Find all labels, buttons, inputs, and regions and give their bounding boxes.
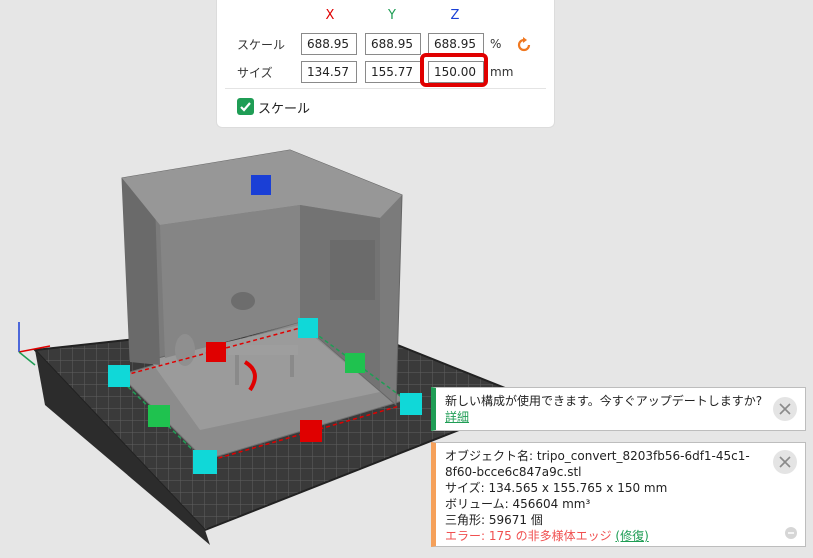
repair-link[interactable]: (修復) [615,529,648,543]
object-triangles: 三角形: 59671 個 [445,513,543,527]
object-volume: ボリューム: 456604 mm³ [445,497,591,511]
minimize-button[interactable] [785,527,797,539]
close-icon [779,456,791,468]
scale-handle-corner-2 [298,318,318,338]
update-message-block: 新しい構成が使用できます。今すぐアップデートしますか? 詳細 [445,393,770,425]
minimize-icon [788,532,794,534]
object-info-notification: オブジェクト名: tripo_convert_8203fb56-6df1-45c… [431,442,806,547]
uniform-scale-checkbox[interactable] [237,98,254,115]
scale-handle-y-right [345,353,365,373]
scale-handle-corner-1 [108,365,130,387]
close-icon [779,403,791,415]
size-y-input[interactable] [365,61,421,83]
update-close-button[interactable] [773,397,797,421]
scale-x-input[interactable] [301,33,357,55]
model-shelf [330,240,375,300]
panel-divider [225,88,546,89]
scale-handle-x-back [206,342,226,362]
update-notification: 新しい構成が使用できます。今すぐアップデートしますか? 詳細 [431,387,806,431]
scale-unit: % [490,37,502,51]
object-error: エラー: 175 の非多様体エッジ [445,529,612,543]
checkbox-checked-icon [240,102,251,112]
update-details-link[interactable]: 詳細 [445,410,469,424]
size-x-input[interactable] [301,61,357,83]
size-unit: mm [490,65,514,79]
object-size: サイズ: 134.565 x 155.765 x 150 mm [445,481,668,495]
object-name: オブジェクト名: tripo_convert_8203fb56-6df1-45c… [445,449,750,479]
scale-handle-corner-4 [193,450,217,474]
scale-handle-x-front [300,420,322,442]
object-error-line: エラー: 175 の非多様体エッジ (修復) [445,528,780,544]
scale-handle-y-left [148,405,170,427]
object-info-block: オブジェクト名: tripo_convert_8203fb56-6df1-45c… [445,448,780,544]
model-table [228,345,298,355]
scale-row-label: スケール [237,38,286,52]
update-message: 新しい構成が使用できます。今すぐアップデートしますか? [445,394,763,408]
reset-icon[interactable] [515,36,533,54]
model-barrel [175,334,195,366]
scale-handle-corner-3 [400,393,422,415]
object-info-close-button[interactable] [773,450,797,474]
scale-panel: X Y Z スケール % サイズ mm スケール [216,0,555,128]
axis-y-label: Y [388,8,396,23]
uniform-scale-label: スケール [258,102,311,117]
scale-y-input[interactable] [365,33,421,55]
scale-z-input[interactable] [428,33,484,55]
axis-z-label: Z [450,8,460,23]
model-pot [231,292,255,310]
scale-handle-z [251,175,271,195]
size-z-input[interactable] [428,61,484,83]
axis-x-label: X [325,8,335,23]
size-row-label: サイズ [237,66,273,80]
